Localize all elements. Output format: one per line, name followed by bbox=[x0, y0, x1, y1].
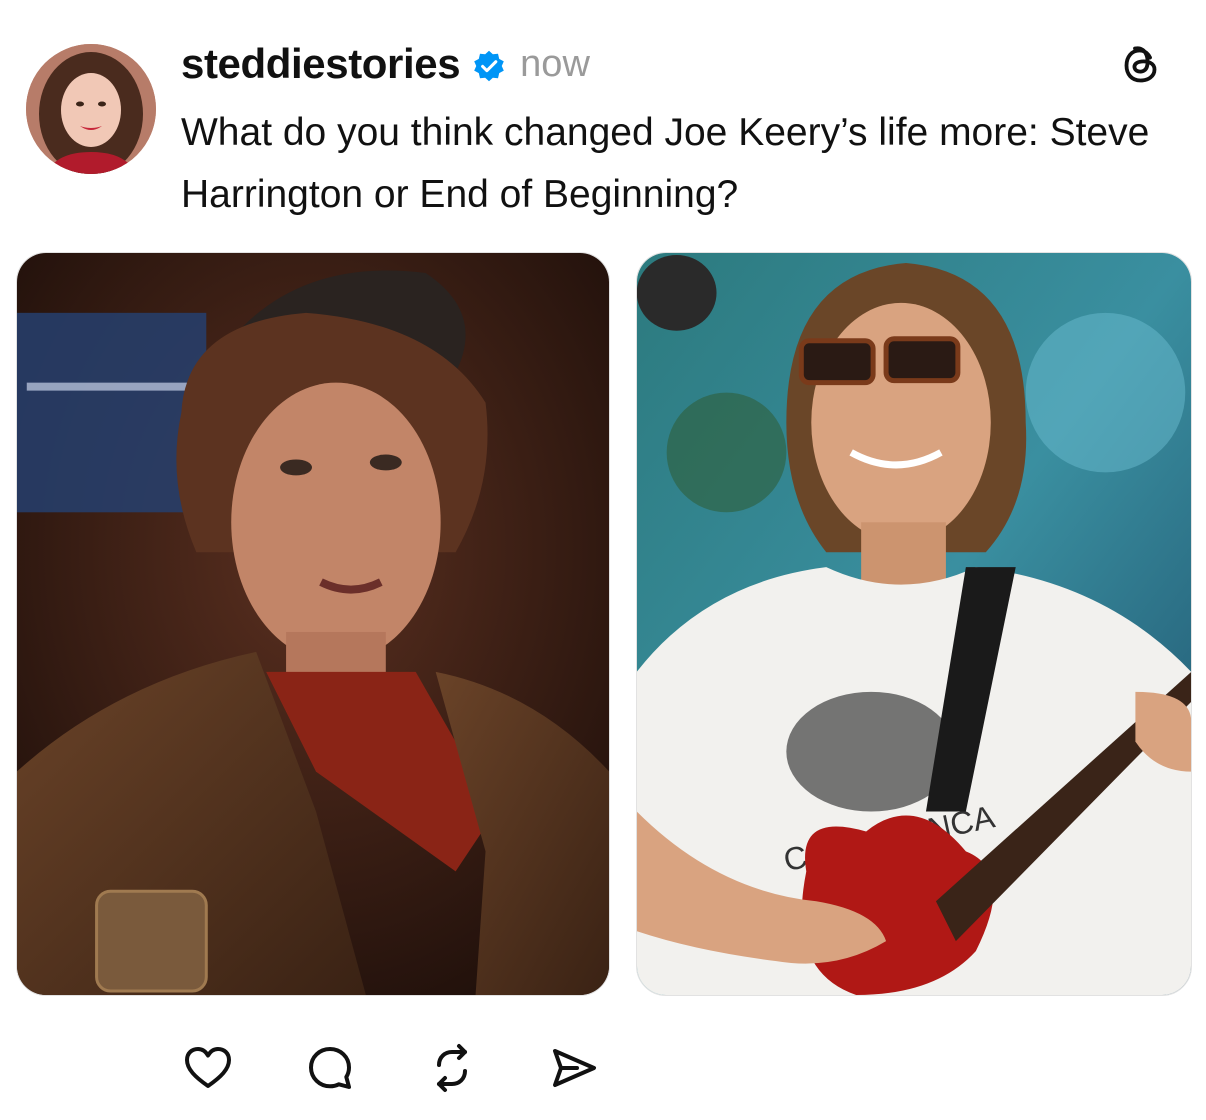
post-caption: What do you think changed Joe Keery’s li… bbox=[181, 111, 1150, 216]
author-username[interactable]: steddiestories bbox=[181, 40, 461, 88]
repost-button[interactable] bbox=[424, 1040, 480, 1096]
heart-icon bbox=[185, 1047, 231, 1088]
media-carousel[interactable]: CASABLANCA bbox=[16, 252, 1192, 996]
verified-badge-icon bbox=[472, 49, 506, 83]
threads-logo-icon[interactable] bbox=[1116, 40, 1166, 90]
post-header: steddiestories now bbox=[181, 36, 590, 92]
avatar-image bbox=[26, 44, 156, 174]
photo-steve-harrington-icon bbox=[17, 253, 609, 995]
reply-button[interactable] bbox=[302, 1040, 358, 1096]
post-image-2[interactable]: CASABLANCA bbox=[636, 252, 1192, 996]
repost-icon bbox=[437, 1044, 467, 1092]
send-icon bbox=[553, 1049, 596, 1087]
post-timestamp: now bbox=[520, 42, 590, 85]
threads-post: steddiestories now What do you think cha… bbox=[0, 0, 1206, 1120]
comment-icon bbox=[309, 1047, 351, 1089]
photo-joe-keery-guitar-icon: CASABLANCA bbox=[637, 253, 1191, 995]
share-button[interactable] bbox=[546, 1040, 602, 1096]
author-avatar[interactable] bbox=[26, 44, 156, 174]
like-button[interactable] bbox=[180, 1040, 236, 1096]
action-bar bbox=[180, 1040, 602, 1096]
post-image-1[interactable] bbox=[16, 252, 610, 996]
